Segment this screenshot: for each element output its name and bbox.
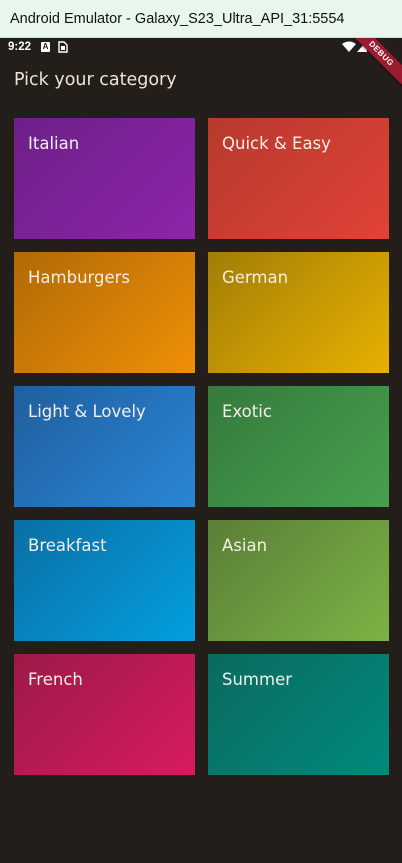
category-label: French [28,670,83,689]
category-tile-german[interactable]: German [208,252,389,373]
category-label: Italian [28,134,80,153]
wifi-icon [342,41,356,52]
category-tile-exotic[interactable]: Exotic [208,386,389,507]
category-tile-asian[interactable]: Asian [208,520,389,641]
category-label: Light & Lovely [28,402,146,421]
category-tile-italian[interactable]: Italian [14,118,195,239]
category-label: Hamburgers [28,268,131,287]
category-label: Asian [222,536,268,555]
category-label: German [222,268,289,287]
category-tile-light-and-lovely[interactable]: Light & Lovely [14,386,195,507]
page-title: Pick your category [14,70,177,90]
device-screen: 9:22 A DEBUG Pick your category Italian Q… [0,38,402,863]
status-time: 9:22 [8,41,32,53]
category-tile-breakfast[interactable]: Breakfast [14,520,195,641]
category-tile-quick-and-easy[interactable]: Quick & Easy [208,118,389,239]
category-label: Breakfast [28,536,107,555]
category-label: Summer [222,670,293,689]
status-bar: 9:22 A [0,38,402,58]
category-tile-french[interactable]: French [14,654,195,775]
a-icon: A [41,42,50,52]
category-tile-summer[interactable]: Summer [208,654,389,775]
category-tile-hamburgers[interactable]: Hamburgers [14,252,195,373]
window-titlebar: Android Emulator - Galaxy_S23_Ultra_API_… [0,0,402,38]
category-label: Quick & Easy [222,134,331,153]
window-title: Android Emulator - Galaxy_S23_Ultra_API_… [10,11,345,27]
category-label: Exotic [222,402,272,421]
category-grid: Italian Quick & Easy Hamburgers German Light… [14,118,389,775]
sim-icon [58,41,68,53]
